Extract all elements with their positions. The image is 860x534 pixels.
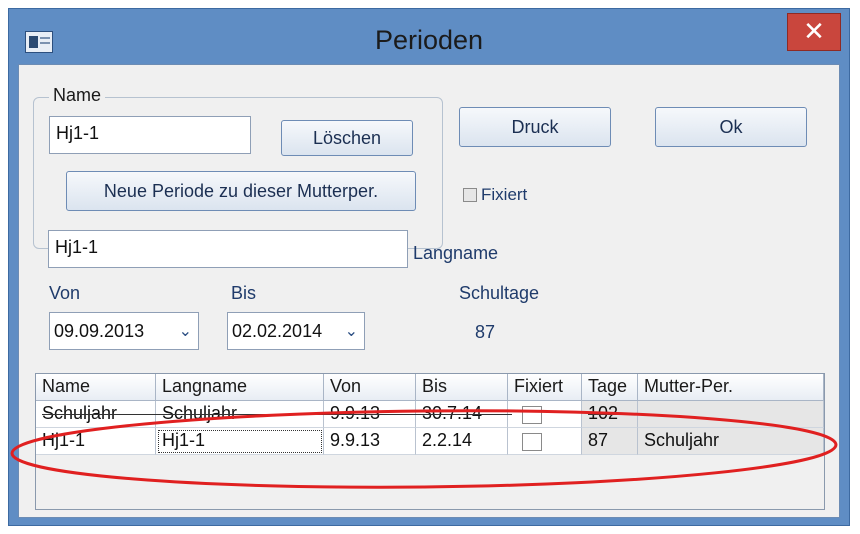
highlight-ellipse-annotation xyxy=(10,409,838,489)
